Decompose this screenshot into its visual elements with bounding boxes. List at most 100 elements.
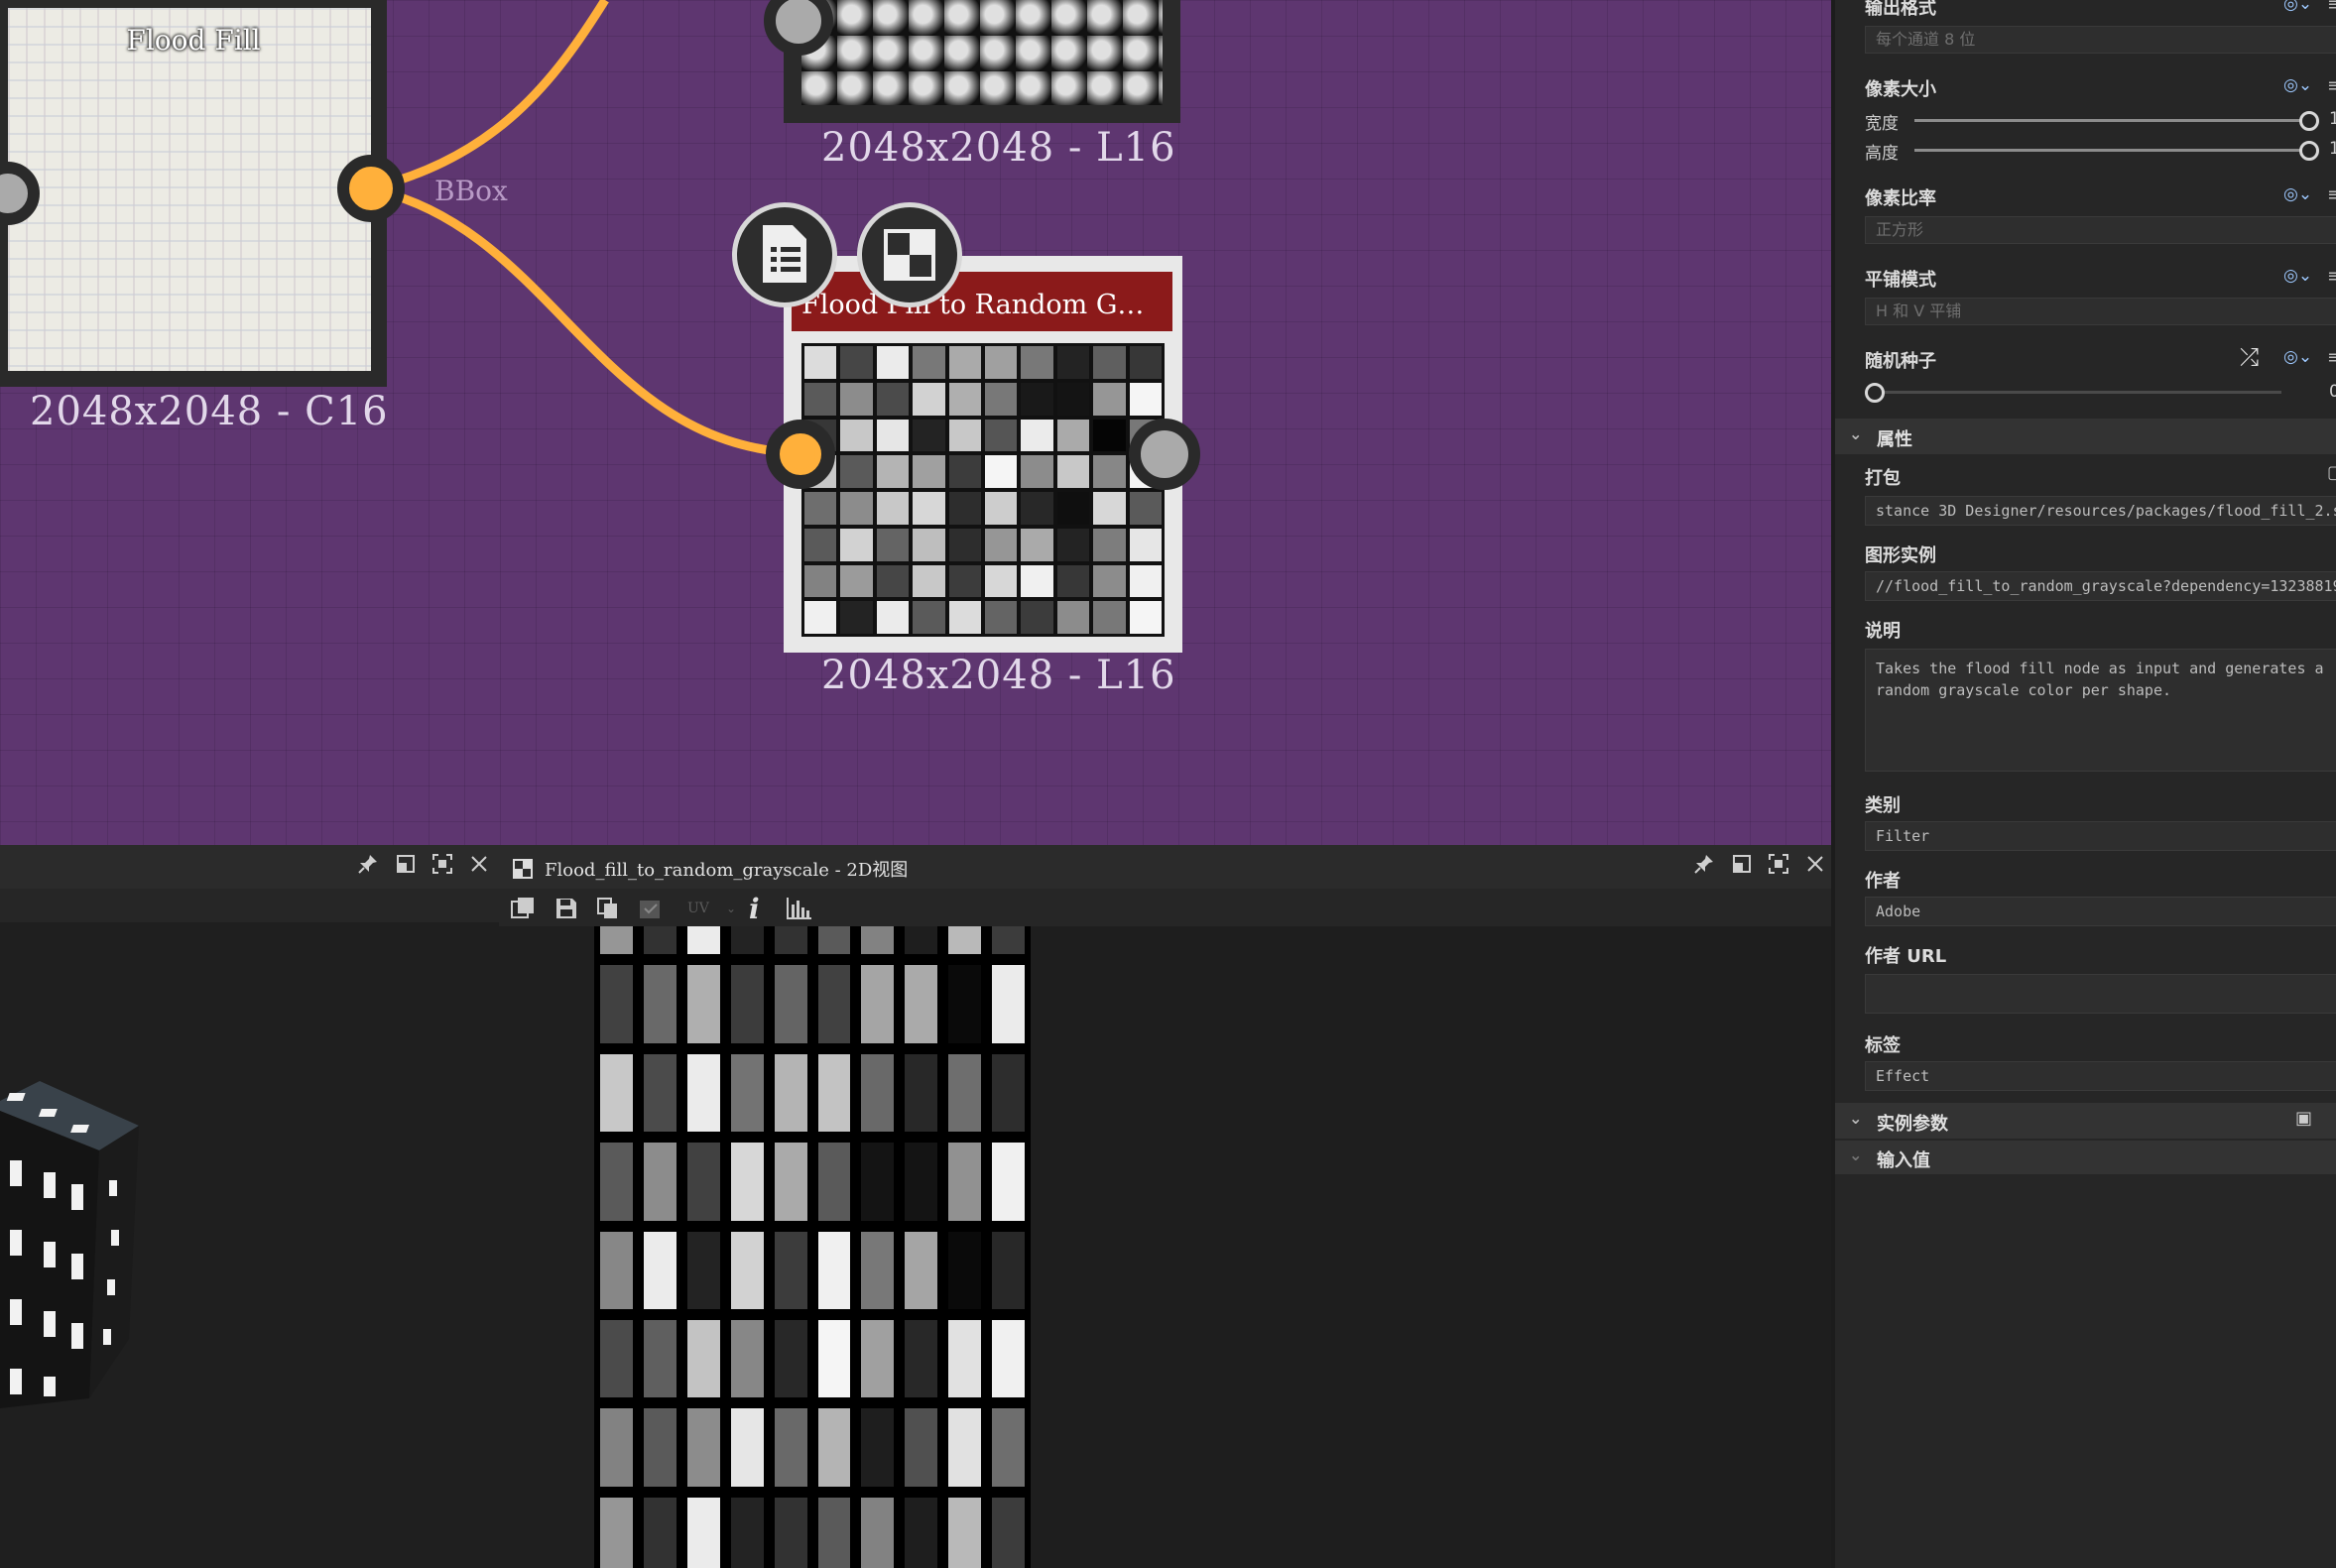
preview-badge[interactable] <box>857 202 962 307</box>
float-icon[interactable] <box>393 854 419 880</box>
export-icon[interactable] <box>511 897 535 920</box>
preview-tile <box>905 1231 938 1309</box>
thumbnail-cell <box>1093 346 1126 379</box>
thumbnail-cell <box>804 528 837 561</box>
document-icon <box>763 225 806 283</box>
pixel-width-slider-knob[interactable] <box>2299 111 2319 131</box>
author-url-field[interactable] <box>1865 974 2336 1014</box>
pixel-size-label: 像素大小 <box>1865 79 1936 100</box>
3d-view-panel[interactable] <box>0 845 502 1568</box>
random-grayscale-input-port[interactable] <box>766 420 835 489</box>
flood-fill-output-port[interactable] <box>337 155 405 222</box>
2d-view-title[interactable]: Flood_fill_to_random_grayscale - 2D视图 <box>545 856 908 882</box>
thumbnail-cell <box>1093 419 1126 452</box>
preview-tile <box>730 965 764 1043</box>
pin-icon[interactable] <box>355 854 381 880</box>
preview-tile <box>817 1231 851 1309</box>
preview-tile <box>600 1497 633 1568</box>
copy-icon[interactable] <box>596 897 620 920</box>
preview-tile <box>861 1497 895 1568</box>
histogram-icon[interactable] <box>787 897 812 920</box>
instance-params-section-title: 实例参数 <box>1877 1114 1948 1135</box>
tags-field[interactable]: Effect <box>1865 1061 2336 1091</box>
preview-tile <box>992 965 1025 1043</box>
thumbnail-cell <box>1129 492 1162 525</box>
output-format-field[interactable]: 每个通道 8 位 <box>1865 26 2336 54</box>
graph-canvas[interactable]: Flood Fill BBox 2048x2048 - C16 2048x204… <box>0 0 1831 845</box>
thumbnail-cell <box>985 528 1018 561</box>
instance-params-section-header[interactable]: ⌄ 实例参数 ▣ <box>1835 1103 2336 1139</box>
2d-view-image[interactable] <box>594 926 1031 1568</box>
close-icon[interactable] <box>1802 854 1828 880</box>
input-values-section-header[interactable]: ⌄ 输入值 <box>1835 1141 2336 1174</box>
preview-tile <box>730 1143 764 1221</box>
param-link-icon[interactable]: ◎⌄ <box>2283 184 2312 204</box>
thumbnail-cell <box>913 564 945 598</box>
random-grayscale-node[interactable]: Flood Fill to Random G… <box>784 256 1182 653</box>
preview-tile <box>861 1143 895 1221</box>
preview-tile <box>686 965 720 1043</box>
preview-tile <box>774 1143 807 1221</box>
attributes-section-title: 属性 <box>1877 429 1912 450</box>
float-icon[interactable] <box>1729 854 1755 880</box>
preview-tile <box>730 1408 764 1487</box>
menu-icon[interactable]: ≡ <box>2327 347 2336 368</box>
save-preset-icon[interactable]: ▣ <box>2295 1108 2312 1129</box>
shuffle-icon[interactable]: ⤮ <box>2240 343 2259 371</box>
menu-icon[interactable]: ≡ <box>2327 184 2336 205</box>
preview-tile <box>992 1408 1025 1487</box>
properties-panel[interactable]: 输出格式 ◎⌄ ≡ 每个通道 8 位 像素大小 ◎⌄ ≡ 宽度 1 高度 1 像… <box>1831 0 2336 1568</box>
folder-icon[interactable]: ▢ <box>2327 462 2336 483</box>
thumbnail-cell <box>1093 601 1126 634</box>
description-field[interactable]: Takes the flood fill node as input and g… <box>1865 649 2336 772</box>
save-icon[interactable] <box>554 897 578 920</box>
preview-tile <box>861 926 895 955</box>
flood-fill-node-size-label: 2048x2048 - C16 <box>30 389 389 434</box>
top-node[interactable] <box>784 0 1180 123</box>
random-seed-slider[interactable] <box>1865 383 2281 403</box>
maximize-icon[interactable] <box>430 854 455 880</box>
thumbnail-cell <box>985 419 1018 452</box>
pin-icon[interactable] <box>1691 854 1717 880</box>
info-badge[interactable] <box>732 202 837 307</box>
preview-tile <box>730 1231 764 1309</box>
graph-instance-field[interactable]: //flood_fill_to_random_grayscale?depende… <box>1865 571 2336 601</box>
preview-tile <box>686 1497 720 1568</box>
preview-tile <box>861 1319 895 1398</box>
attributes-section-header[interactable]: ⌄ 属性 <box>1835 419 2336 454</box>
random-seed-label: 随机种子 <box>1865 351 1936 372</box>
param-link-icon[interactable]: ◎⌄ <box>2283 347 2312 367</box>
thumbnail-cell <box>1093 564 1126 598</box>
maximize-icon[interactable] <box>1766 854 1791 880</box>
pixel-height-slider[interactable] <box>1914 141 2319 161</box>
author-field[interactable]: Adobe <box>1865 897 2336 926</box>
random-grayscale-output-port[interactable] <box>1129 419 1200 490</box>
compare-icon[interactable] <box>638 897 664 920</box>
thumbnail-cell <box>1129 601 1162 634</box>
uv-dropdown[interactable]: UV ⌄ <box>687 898 739 919</box>
thumbnail-cell <box>985 455 1018 488</box>
pixel-height-slider-knob[interactable] <box>2299 141 2319 161</box>
preview-tile <box>600 965 633 1043</box>
pixel-ratio-field[interactable]: 正方形 <box>1865 216 2336 244</box>
close-icon[interactable] <box>466 854 492 880</box>
thumbnail-cell <box>948 419 981 452</box>
pixel-width-slider[interactable] <box>1914 111 2319 131</box>
info-icon[interactable]: i <box>749 893 760 925</box>
param-link-icon[interactable]: ◎⌄ <box>2283 266 2312 286</box>
category-field[interactable]: Filter <box>1865 821 2336 851</box>
preview-tile <box>817 926 851 955</box>
thumbnail-cell <box>985 492 1018 525</box>
2d-view-panel[interactable]: Flood_fill_to_random_grayscale - 2D视图 UV… <box>499 845 1831 1568</box>
random-seed-slider-knob[interactable] <box>1865 383 1885 403</box>
flood-fill-node[interactable]: Flood Fill <box>0 0 387 387</box>
menu-icon[interactable]: ≡ <box>2327 0 2336 15</box>
preview-tile <box>817 1408 851 1487</box>
menu-icon[interactable]: ≡ <box>2327 75 2336 96</box>
param-link-icon[interactable]: ◎⌄ <box>2283 0 2312 14</box>
package-field[interactable]: stance 3D Designer/resources/packages/fl… <box>1865 496 2336 526</box>
param-link-icon[interactable]: ◎⌄ <box>2283 75 2312 95</box>
thumbnail-cell <box>1021 528 1053 561</box>
tiling-mode-field[interactable]: H 和 V 平铺 <box>1865 298 2336 325</box>
menu-icon[interactable]: ≡ <box>2327 266 2336 287</box>
